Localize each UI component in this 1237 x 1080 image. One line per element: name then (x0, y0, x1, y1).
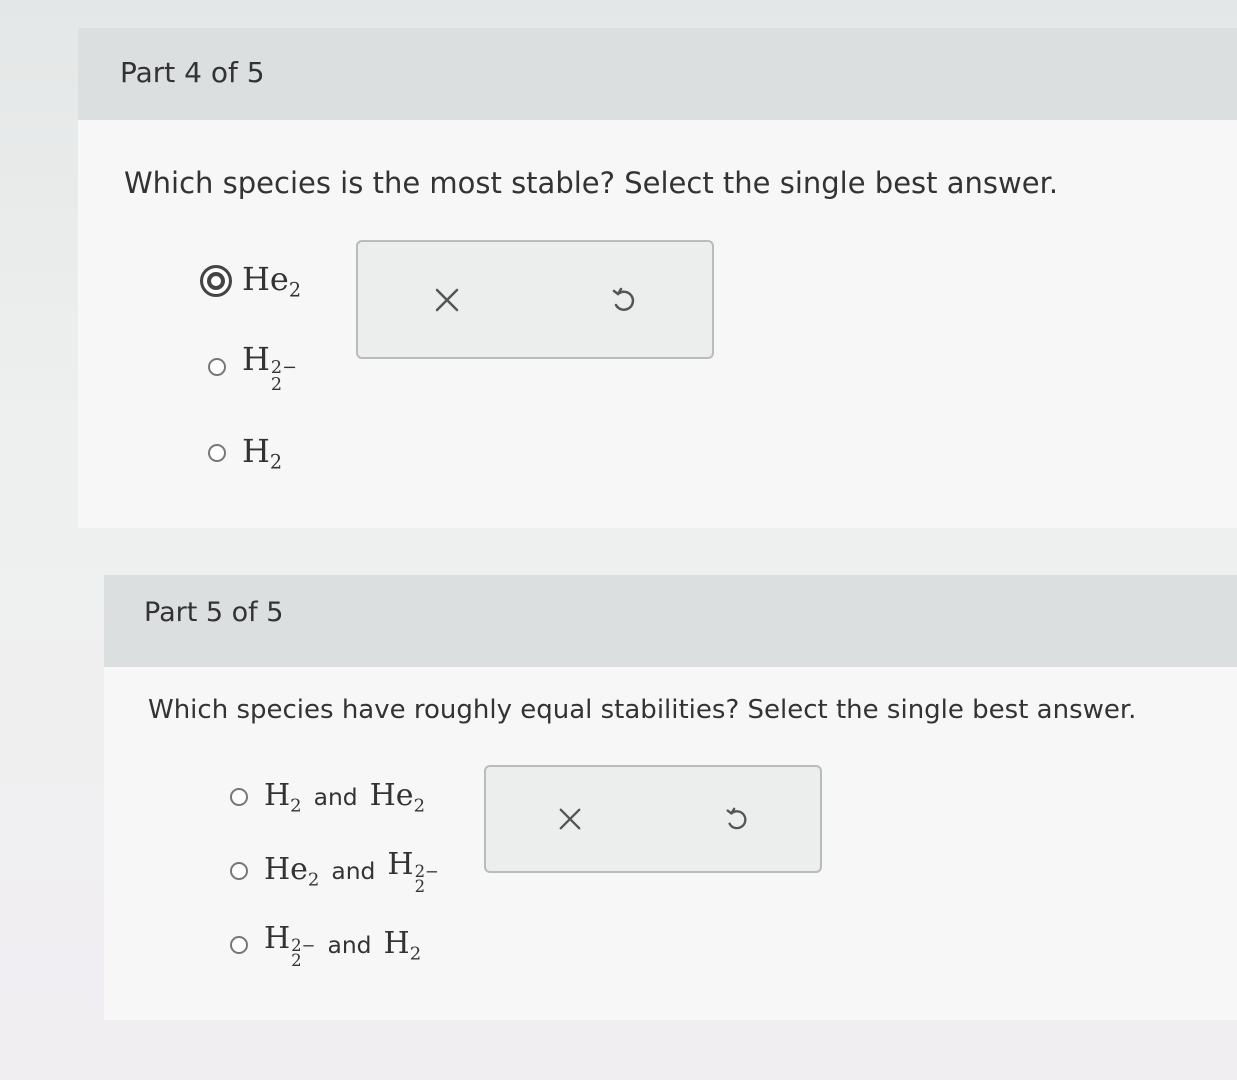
clear-answer-button[interactable] (422, 275, 472, 325)
formula-base: H (242, 432, 270, 471)
part-5-option-h2-2minus-and-h2[interactable]: H 2− 2 and H2 (230, 921, 439, 969)
part-5-options: H2 and He2 He2 and H 2− 2 H 2− 2 and H2 (230, 775, 439, 997)
radio-button[interactable] (208, 444, 226, 462)
radio-button[interactable] (230, 862, 248, 880)
conjunction-label: and (331, 857, 376, 885)
formula-base: He (264, 851, 308, 887)
conjunction-label: and (313, 783, 358, 811)
part-5-header: Part 5 of 5 (104, 575, 1237, 667)
formula-he2: He2 (264, 852, 319, 890)
part-4-panel: Part 4 of 5 Which species is the most st… (78, 28, 1237, 528)
formula-subscript: 2 (307, 869, 320, 891)
reset-answer-button[interactable] (599, 275, 649, 325)
formula-subscript: 2 (269, 450, 283, 474)
part-4-question: Which species is the most stable? Select… (124, 166, 1059, 200)
formula-subscript: 2 (413, 795, 426, 817)
part-5-title: Part 5 of 5 (144, 597, 284, 628)
formula-subscript: 2 (290, 795, 302, 817)
formula-h2-2minus: H 2− 2 (242, 340, 297, 393)
part-5-question: Which species have roughly equal stabili… (148, 695, 1137, 725)
formula-base: H (264, 777, 291, 813)
formula-he2: He2 (242, 260, 301, 302)
formula-h2-2minus: H 2− 2 (264, 921, 316, 969)
formula-subscript: 2 (414, 877, 426, 897)
conjunction-label: and (327, 931, 372, 959)
formula-base: H (387, 847, 414, 883)
radio-button[interactable] (230, 788, 248, 806)
part-4-option-h2[interactable]: H2 (208, 428, 301, 478)
reset-answer-button[interactable] (712, 794, 762, 844)
formula-h2: H2 (264, 778, 302, 816)
formula-h2-2minus: H 2− 2 (387, 847, 439, 895)
formula-h2: H2 (242, 432, 282, 474)
radio-button-selected[interactable] (200, 265, 232, 297)
formula-base: He (242, 260, 289, 299)
formula-base: He (369, 777, 414, 813)
radio-button[interactable] (208, 358, 226, 376)
close-icon (435, 288, 458, 311)
formula-base: H (242, 340, 270, 379)
part-4-option-h2-2minus[interactable]: H 2− 2 (208, 340, 301, 393)
close-icon (559, 808, 580, 830)
part-5-option-he2-and-h2-2minus[interactable]: He2 and H 2− 2 (230, 847, 439, 895)
formula-base: H (383, 925, 410, 961)
clear-answer-button[interactable] (545, 794, 595, 844)
formula-he2: He2 (370, 778, 425, 816)
formula-subscript: 2 (270, 374, 283, 395)
part-4-title: Part 4 of 5 (120, 56, 265, 89)
part-5-action-box (484, 765, 822, 873)
formula-h2: H2 (384, 926, 422, 964)
part-5-option-h2-and-he2[interactable]: H2 and He2 (230, 775, 439, 819)
part-4-option-he2[interactable]: He2 (200, 256, 301, 306)
part-4-action-box (356, 240, 714, 359)
part-4-header: Part 4 of 5 (78, 28, 1237, 120)
radio-button[interactable] (230, 936, 248, 954)
formula-subscript: 2 (409, 943, 422, 965)
formula-subscript: 2 (288, 278, 302, 302)
part-5-panel: Part 5 of 5 Which species have roughly e… (104, 575, 1237, 1020)
formula-base: H (264, 921, 291, 957)
formula-subscript: 2 (291, 951, 302, 971)
undo-icon (612, 287, 634, 311)
undo-icon (726, 807, 746, 830)
part-4-options: He2 H 2− 2 H2 (200, 256, 301, 514)
